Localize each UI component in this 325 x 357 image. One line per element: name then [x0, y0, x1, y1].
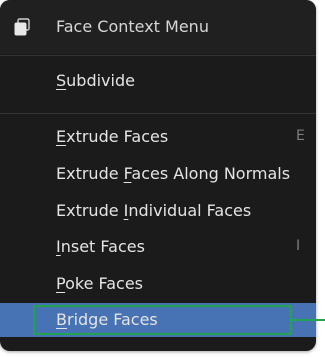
menu-item-label: Extrude Faces Along Normals: [56, 164, 291, 183]
menu-item-poke-faces[interactable]: Poke Faces: [0, 267, 316, 301]
menu-item-label: Extrude Individual Faces: [56, 201, 252, 220]
menu-header: Face Context Menu: [0, 0, 316, 54]
menu-item-label: Poke Faces: [56, 274, 144, 293]
menu-item-extrude-faces-along-normals[interactable]: Extrude Faces Along Normals: [0, 157, 316, 191]
mesh-face-icon: [14, 18, 30, 36]
menu-item-extrude-faces[interactable]: Extrude Faces E: [0, 120, 316, 154]
menu-separator: [0, 55, 316, 56]
menu-item-label: Inset Faces: [56, 237, 145, 256]
annotation-pointer-line: [292, 319, 325, 321]
menu-item-shortcut: E: [296, 128, 305, 144]
annotation-highlight-box: [33, 305, 292, 335]
menu-item-extrude-individual-faces[interactable]: Extrude Individual Faces: [0, 194, 316, 228]
menu-item-label: Subdivide: [56, 71, 135, 90]
menu-separator: [0, 113, 316, 114]
menu-item-shortcut: I: [296, 238, 301, 254]
menu-item-inset-faces[interactable]: Inset Faces I: [0, 230, 316, 264]
face-context-menu: Face Context Menu Subdivide Extrude Face…: [0, 0, 316, 351]
menu-item-subdivide[interactable]: Subdivide: [0, 64, 316, 98]
menu-item-label: Extrude Faces: [56, 127, 169, 146]
menu-title: Face Context Menu: [56, 17, 209, 36]
